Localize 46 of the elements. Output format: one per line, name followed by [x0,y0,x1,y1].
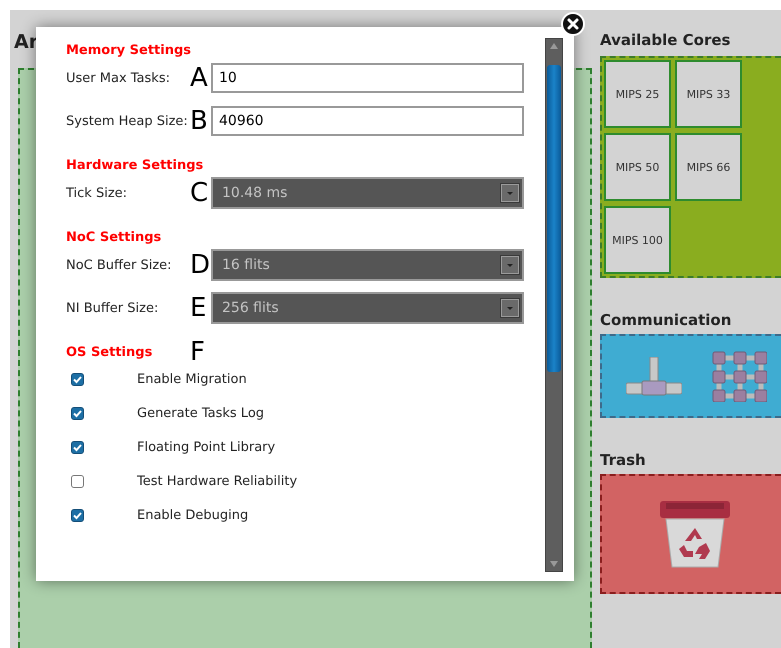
core-tile[interactable]: MIPS 66 [675,133,742,201]
marker-letter: F [190,342,206,362]
panel-heading: Communication [600,310,732,330]
dropdown[interactable]: 10.48 ms [211,177,524,209]
core-tile[interactable]: MIPS 50 [604,133,671,201]
core-tile[interactable]: MIPS 33 [675,60,742,128]
marker-letter: A [190,63,209,93]
panel-heading: Available Cores [600,30,732,50]
section-heading: NoC Settings [66,230,162,244]
close-icon[interactable] [561,12,585,36]
marker-letter: E [190,293,208,323]
section-heading: OS Settings [66,344,154,360]
checkbox-label: Floating Point Library [137,440,276,454]
checkbox-label: Generate Tasks Log [137,406,264,420]
marker-letter: C [190,178,210,208]
field-label: NI Buffer Size: [66,300,160,316]
field-label: User Max Tasks: [66,70,171,86]
checkbox[interactable] [71,474,84,488]
caret-icon [500,298,520,318]
input-field[interactable]: 10 [211,63,524,93]
checkbox[interactable] [71,508,84,522]
checkbox-label: Enable Debuging [137,508,248,522]
panel-heading: Trash [600,450,647,470]
core-tile[interactable]: MIPS 100 [604,206,671,274]
bus-icon[interactable] [626,356,682,396]
dropdown[interactable]: 16 flits [211,249,524,281]
checkbox[interactable] [71,440,84,454]
checkbox[interactable] [71,372,84,386]
section-heading: Memory Settings [66,42,192,58]
caret-icon [500,255,520,275]
input-field[interactable]: 40960 [211,106,524,136]
marker-letter: B [190,106,209,136]
mesh-icon[interactable] [712,350,767,402]
checkbox[interactable] [71,406,84,420]
checkbox-label: Enable Migration [137,372,247,386]
dropdown[interactable]: 256 flits [211,292,524,324]
marker-letter: D [190,250,211,280]
caret-icon [500,183,520,203]
field-label: System Heap Size: [66,114,189,128]
workspace-title: Ar [14,31,38,55]
core-tile[interactable]: MIPS 25 [604,60,671,128]
recycle-bin-icon[interactable] [660,500,730,568]
section-heading: Hardware Settings [66,158,204,172]
checkbox-label: Test Hardware Reliability [137,474,298,488]
field-label: Tick Size: [66,186,128,200]
field-label: NoC Buffer Size: [66,258,173,272]
